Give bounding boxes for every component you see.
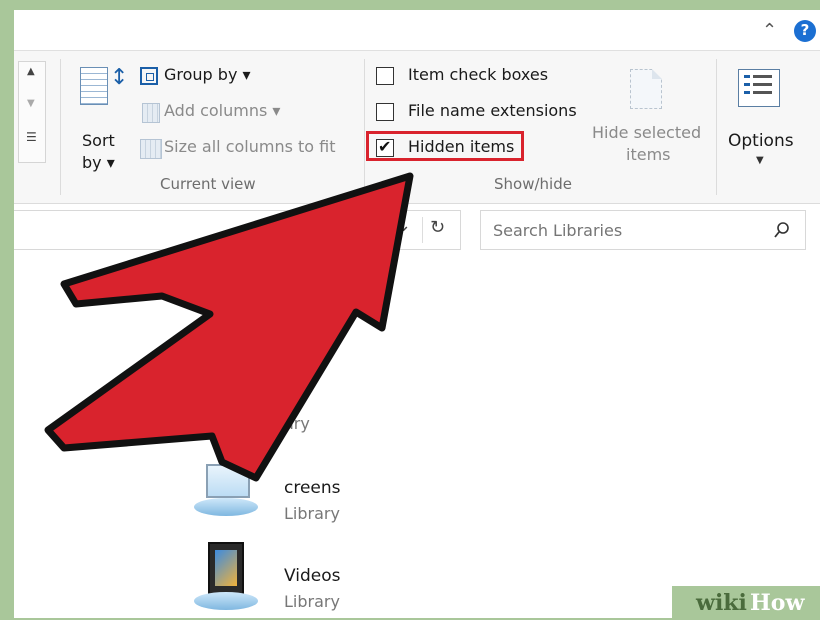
annotation-arrow	[44, 172, 414, 482]
wikihow-watermark: wiki How	[672, 586, 820, 620]
watermark-wiki: wiki	[696, 590, 747, 616]
watermark-how: How	[750, 590, 805, 616]
